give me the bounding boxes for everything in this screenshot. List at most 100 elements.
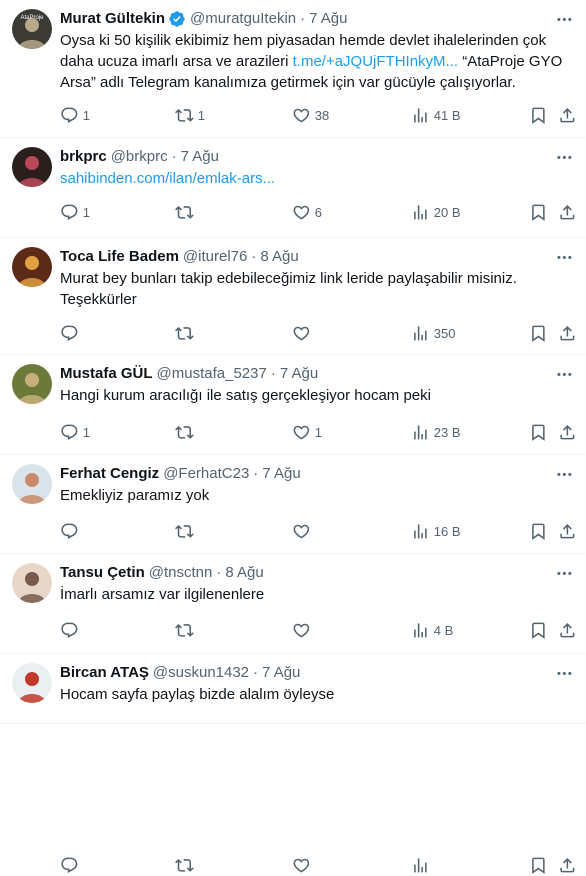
views-button[interactable]: 350: [411, 324, 455, 343]
bookmark-button[interactable]: [529, 856, 548, 875]
share-button[interactable]: [558, 423, 577, 442]
reply-tweet[interactable]: Tansu Çetin @tnsctnn · 8 Ağu İmarlı arsamız …: [0, 554, 586, 654]
share-button[interactable]: [558, 203, 577, 222]
tweet-date[interactable]: 8 Ağu: [225, 563, 263, 583]
retweet-icon: [175, 856, 194, 875]
avatar[interactable]: AtaProje: [12, 9, 52, 49]
share-button[interactable]: [558, 324, 577, 343]
tweet-content: Toca Life Badem @iturel76 · 8 Ağu Murat bey …: [60, 247, 574, 310]
retweet-button[interactable]: [175, 324, 218, 343]
avatar[interactable]: [12, 247, 52, 287]
retweet-button[interactable]: [175, 423, 218, 442]
like-button[interactable]: 1: [292, 423, 335, 442]
more-options-icon[interactable]: [554, 247, 574, 267]
more-options-icon[interactable]: [554, 364, 574, 384]
reply-tweet[interactable]: Bircan ATAŞ @suskun1432 · 7 Ağu Hocam sayfa …: [0, 654, 586, 874]
views-button[interactable]: 20 B: [411, 203, 461, 222]
retweet-button[interactable]: 1: [175, 106, 218, 125]
bookmark-button[interactable]: [529, 621, 548, 640]
like-button[interactable]: [292, 856, 335, 875]
views-button[interactable]: 41 B: [411, 106, 461, 125]
tweet-date[interactable]: 7 Ağu: [309, 9, 347, 29]
display-name[interactable]: Mustafa GÜL: [60, 364, 153, 384]
reply-button[interactable]: [60, 522, 103, 541]
reply-button[interactable]: 1: [60, 106, 103, 125]
like-button[interactable]: [292, 621, 335, 640]
bookmark-button[interactable]: [529, 203, 548, 222]
user-handle[interactable]: @muratguItekin: [190, 9, 296, 29]
reply-button[interactable]: [60, 621, 103, 640]
reply-button-count: 1: [82, 424, 90, 440]
bookmark-button[interactable]: [529, 522, 548, 541]
views-button[interactable]: [411, 856, 454, 875]
like-button-count: 1: [314, 424, 322, 440]
reply-button[interactable]: [60, 324, 103, 343]
avatar[interactable]: [12, 364, 52, 404]
views-button[interactable]: 23 B: [411, 423, 461, 442]
display-name[interactable]: Bircan ATAŞ: [60, 663, 149, 683]
tweet-link[interactable]: sahibinden.com/ilan/emlak-ars...: [60, 170, 275, 187]
display-name[interactable]: Tansu Çetin: [60, 563, 145, 583]
user-handle[interactable]: @iturel76: [183, 247, 247, 267]
heart-icon: [292, 203, 311, 222]
views-button[interactable]: 16 B: [411, 522, 461, 541]
user-handle[interactable]: @tnsctnn: [149, 563, 213, 583]
avatar[interactable]: [12, 464, 52, 504]
user-handle[interactable]: @brkprc: [111, 147, 168, 167]
user-handle[interactable]: @suskun1432: [153, 663, 249, 683]
display-name[interactable]: Ferhat Cengiz: [60, 464, 159, 484]
reply-button[interactable]: 1: [60, 203, 103, 222]
tweet-header: brkprc @brkprc · 7 Ağu: [60, 147, 574, 167]
avatar[interactable]: [12, 663, 52, 703]
bookmark-button[interactable]: [529, 106, 548, 125]
user-handle[interactable]: @mustafa_5237: [157, 364, 267, 384]
tweet-date[interactable]: 7 Ağu: [181, 147, 219, 167]
avatar[interactable]: [12, 147, 52, 187]
heart-icon: [292, 621, 311, 640]
more-options-icon[interactable]: [554, 663, 574, 683]
tweet-header: Ferhat Cengiz @FerhatC23 · 7 Ağu: [60, 464, 574, 484]
tweet-date[interactable]: 7 Ağu: [262, 464, 300, 484]
like-button[interactable]: [292, 324, 335, 343]
like-button[interactable]: 38: [292, 106, 335, 125]
reply-tweet[interactable]: Ferhat Cengiz @FerhatC23 · 7 Ağu Emekliyiz p…: [0, 455, 586, 554]
display-name[interactable]: Murat Gültekin: [60, 9, 165, 29]
share-button[interactable]: [558, 621, 577, 640]
heart-icon: [292, 324, 311, 343]
reply-tweet[interactable]: AtaProje Murat Gültekin @muratguItekin · 7 A…: [0, 0, 586, 138]
tweet-date[interactable]: 8 Ağu: [260, 247, 298, 267]
more-options-icon[interactable]: [554, 563, 574, 583]
reply-tweet[interactable]: Mustafa GÜL @mustafa_5237 · 7 Ağu Hangi kuru…: [0, 355, 586, 455]
retweet-button[interactable]: [175, 856, 218, 875]
avatar[interactable]: [12, 563, 52, 603]
separator-dot: ·: [300, 10, 306, 27]
more-options-icon[interactable]: [554, 9, 574, 29]
bookmark-button[interactable]: [529, 324, 548, 343]
separator-dot: ·: [253, 465, 259, 482]
like-button[interactable]: 6: [292, 203, 335, 222]
retweet-button[interactable]: [175, 621, 218, 640]
views-button-count: 23 B: [433, 424, 461, 440]
more-options-icon[interactable]: [554, 147, 574, 167]
like-button[interactable]: [292, 522, 335, 541]
retweet-button[interactable]: [175, 522, 218, 541]
reply-tweet[interactable]: Toca Life Badem @iturel76 · 8 Ağu Murat bey …: [0, 238, 586, 355]
retweet-button[interactable]: [175, 203, 218, 222]
display-name[interactable]: brkprc: [60, 147, 107, 167]
share-button[interactable]: [558, 856, 577, 875]
share-button[interactable]: [558, 106, 577, 125]
views-button[interactable]: 4 B: [411, 621, 454, 640]
bookmark-button[interactable]: [529, 423, 548, 442]
share-button[interactable]: [558, 522, 577, 541]
user-handle[interactable]: @FerhatC23: [163, 464, 249, 484]
tweet-link[interactable]: t.me/+aJQUjFTHInkyM...: [293, 53, 458, 70]
display-name[interactable]: Toca Life Badem: [60, 247, 179, 267]
heart-icon: [292, 522, 311, 541]
tweet-date[interactable]: 7 Ağu: [280, 364, 318, 384]
tweet-date[interactable]: 7 Ağu: [262, 663, 300, 683]
reply-button[interactable]: [60, 856, 103, 875]
reply-icon: [60, 423, 79, 442]
reply-tweet[interactable]: brkprc @brkprc · 7 Ağu sahibinden.com/ilan/e…: [0, 138, 586, 238]
reply-button[interactable]: 1: [60, 423, 103, 442]
more-options-icon[interactable]: [554, 464, 574, 484]
